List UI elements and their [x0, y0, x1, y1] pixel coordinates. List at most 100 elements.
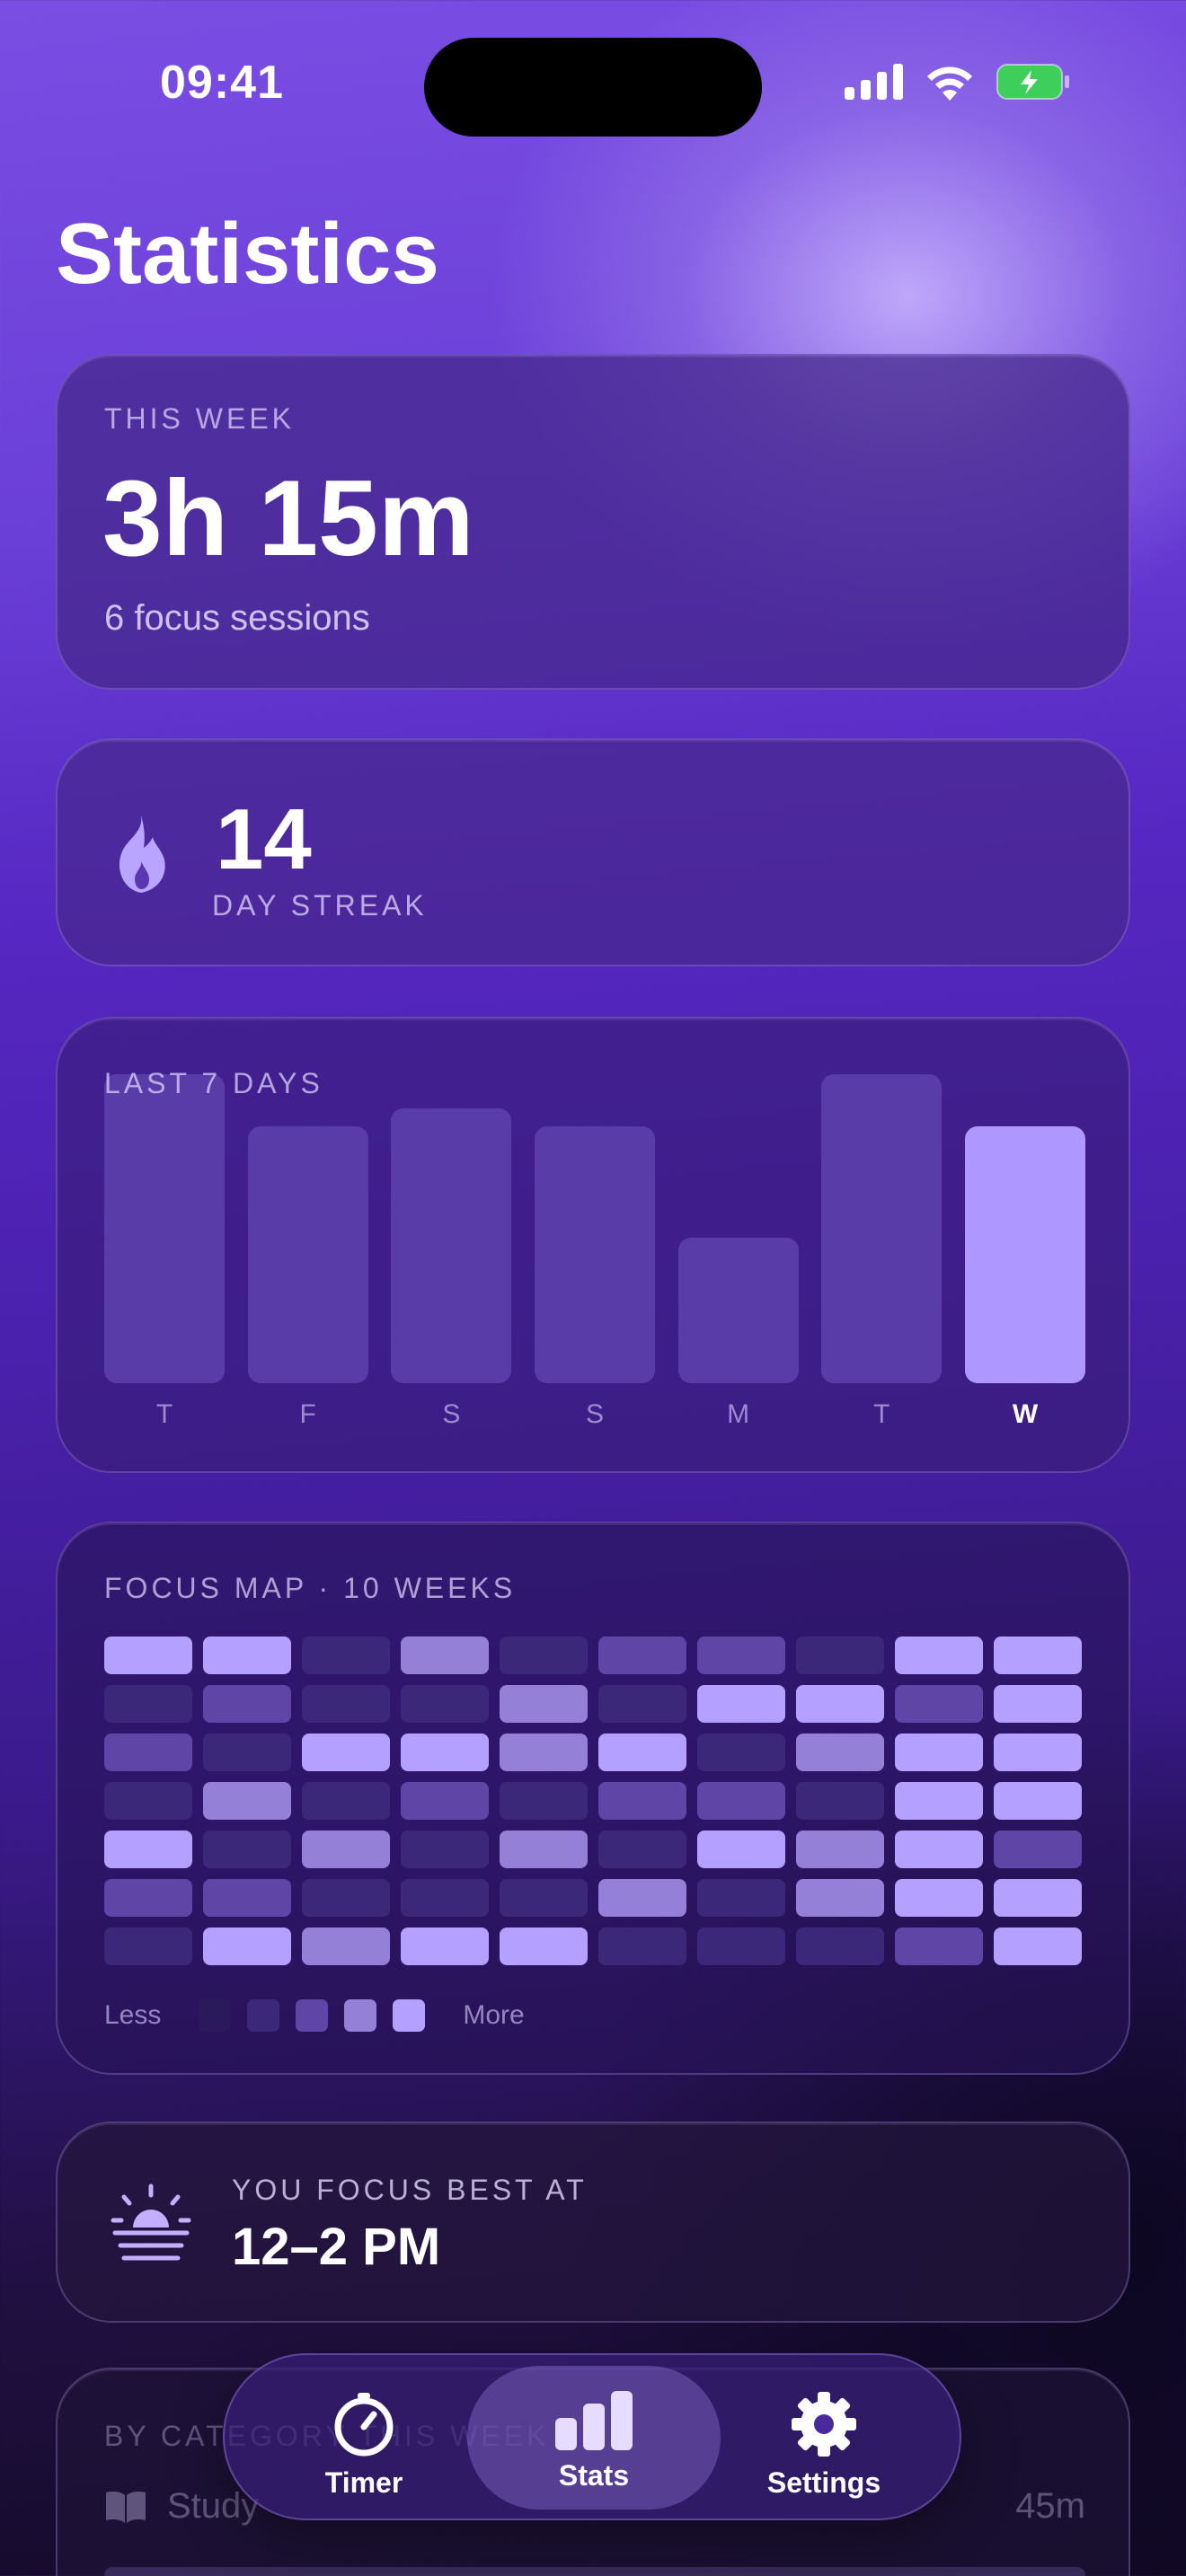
heatmap-cell	[401, 1928, 489, 1965]
heatmap-cell	[796, 1782, 884, 1820]
category-duration: 45m	[1015, 2486, 1085, 2526]
heatmap-cell	[203, 1685, 291, 1723]
legend-swatch-2	[296, 1999, 329, 2032]
heatmap-cell	[796, 1879, 884, 1917]
this-week-card[interactable]: THIS WEEK 3h 15m 6 focus sessions	[56, 354, 1130, 690]
heatmap-cell	[302, 1928, 390, 1965]
heatmap-cell	[796, 1928, 884, 1965]
bar-6	[965, 1126, 1085, 1383]
bar-0	[104, 1074, 225, 1383]
heatmap-legend: Less More	[104, 1999, 525, 2032]
heatmap-cell	[302, 1831, 390, 1868]
week-sessions-count: 6 focus sessions	[104, 598, 370, 638]
heatmap-cell	[796, 1831, 884, 1868]
wifi-icon	[927, 66, 972, 101]
heatmap-cell	[203, 1879, 291, 1917]
heatmap-cell	[598, 1928, 686, 1965]
legend-swatch-0	[199, 1999, 232, 2032]
heatmap-cell	[203, 1782, 291, 1820]
tab-timer-label: Timer	[324, 2466, 403, 2499]
bar-label-3: S	[585, 1399, 604, 1429]
tab-bar: Timer Stats Settings	[223, 2353, 961, 2520]
bar-5	[821, 1074, 943, 1383]
heatmap-cell	[697, 1636, 785, 1674]
heatmap-cell	[697, 1734, 785, 1771]
page-title: Statistics	[56, 206, 439, 302]
category-progress-track	[104, 2567, 1085, 2576]
heatmap-cell	[203, 1636, 291, 1674]
tab-stats[interactable]: Stats	[467, 2366, 721, 2510]
status-icons	[845, 63, 1071, 101]
heatmap-cell	[994, 1831, 1082, 1868]
heatmap-cell	[994, 1685, 1082, 1723]
heatmap-cell	[895, 1685, 983, 1723]
heatmap-cell	[994, 1782, 1082, 1820]
timer-icon	[334, 2393, 394, 2457]
tab-settings-label: Settings	[766, 2466, 881, 2499]
legend-less-label: Less	[104, 2000, 162, 2030]
best-time-label: YOU FOCUS BEST AT	[232, 2174, 588, 2206]
heatmap-cell	[401, 1636, 489, 1674]
bar-4	[677, 1238, 799, 1383]
heatmap-cell	[796, 1636, 884, 1674]
gear-icon	[792, 2392, 856, 2457]
heatmap-cell	[895, 1636, 983, 1674]
bar-label-6: W	[1012, 1399, 1039, 1429]
legend-more-label: More	[463, 2000, 525, 2030]
focus-map-card[interactable]: FOCUS MAP · 10 WEEKS Less More	[56, 1522, 1130, 2075]
bar-2	[391, 1108, 512, 1383]
last-7-days-card[interactable]: LAST 7 DAYS T F S S M T W	[56, 1017, 1130, 1473]
best-time-value: 12–2 PM	[232, 2218, 441, 2276]
streak-label: DAY STREAK	[212, 889, 428, 922]
heatmap-cell	[203, 1831, 291, 1868]
heatmap-cell	[895, 1831, 983, 1868]
focus-map-label: FOCUS MAP · 10 WEEKS	[104, 1572, 517, 1604]
heatmap-cell	[104, 1928, 192, 1965]
legend-swatch-4	[393, 1999, 426, 2032]
legend-swatch-3	[344, 1999, 377, 2032]
tab-settings[interactable]: Settings	[697, 2366, 951, 2510]
status-time: 09:41	[160, 57, 284, 109]
this-week-label: THIS WEEK	[104, 402, 296, 435]
heatmap-cell	[697, 1782, 785, 1820]
book-icon	[106, 2491, 146, 2523]
best-time-card[interactable]: YOU FOCUS BEST AT 12–2 PM	[56, 2122, 1130, 2323]
legend-swatch-1	[247, 1999, 280, 2032]
sunrise-icon	[111, 2183, 191, 2261]
heatmap-cell	[104, 1636, 192, 1674]
heatmap-cell	[994, 1636, 1082, 1674]
bar-label-1: F	[299, 1399, 316, 1429]
bar-chart	[104, 1074, 1085, 1383]
heatmap-cell	[500, 1636, 588, 1674]
focus-heatmap	[104, 1636, 1082, 1965]
battery-icon	[996, 64, 1069, 100]
heatmap-cell	[796, 1734, 884, 1771]
heatmap-cell	[697, 1831, 785, 1868]
bar-label-4: M	[727, 1399, 750, 1429]
heatmap-cell	[697, 1928, 785, 1965]
heatmap-cell	[994, 1734, 1082, 1771]
heatmap-cell	[697, 1685, 785, 1723]
heatmap-cell	[203, 1928, 291, 1965]
heatmap-cell	[302, 1879, 390, 1917]
bar-3	[535, 1126, 655, 1383]
dynamic-island	[424, 38, 762, 137]
heatmap-cell	[302, 1636, 390, 1674]
heatmap-cell	[401, 1831, 489, 1868]
heatmap-cell	[598, 1685, 686, 1723]
heatmap-cell	[598, 1636, 686, 1674]
heatmap-cell	[203, 1734, 291, 1771]
heatmap-cell	[302, 1685, 390, 1723]
streak-card[interactable]: 14 DAY STREAK	[56, 738, 1130, 966]
bar-label-0: T	[155, 1399, 173, 1429]
heatmap-cell	[500, 1831, 588, 1868]
week-total-time: 3h 15m	[102, 458, 474, 578]
heatmap-cell	[598, 1782, 686, 1820]
heatmap-cell	[598, 1734, 686, 1771]
tab-timer[interactable]: Timer	[237, 2366, 491, 2510]
stats-icon	[555, 2391, 633, 2450]
heatmap-cell	[104, 1831, 192, 1868]
bar-label-2: S	[442, 1399, 461, 1429]
heatmap-cell	[895, 1879, 983, 1917]
heatmap-cell	[104, 1879, 192, 1917]
